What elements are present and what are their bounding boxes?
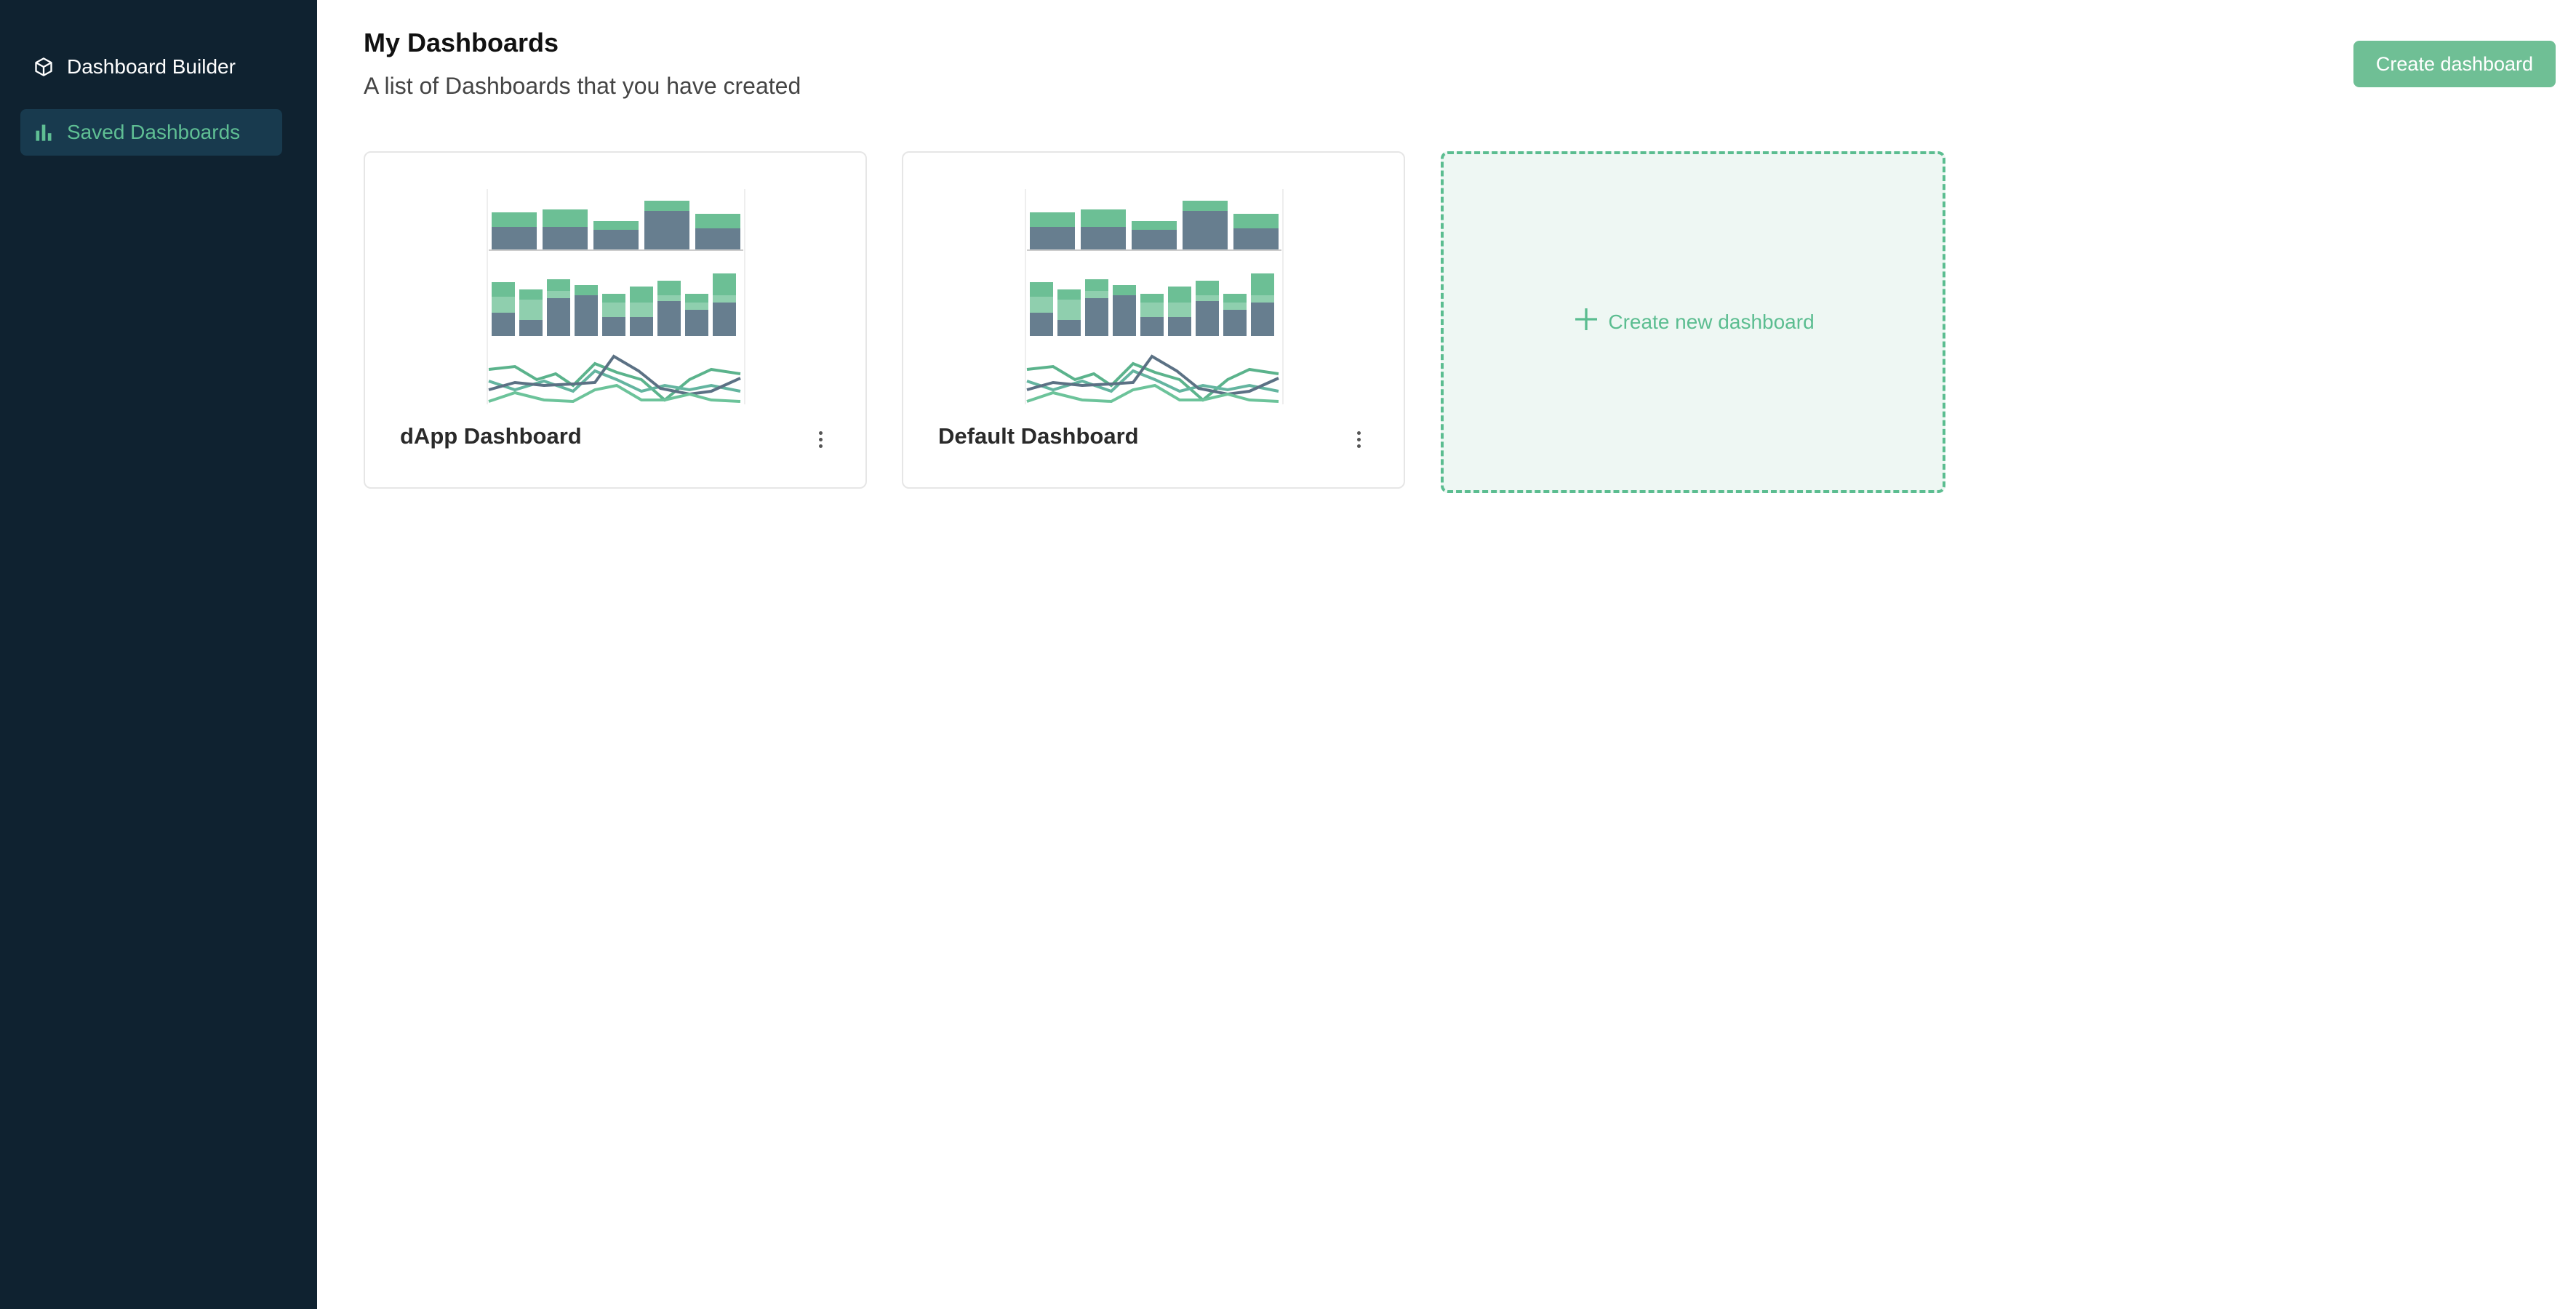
create-dashboard-button[interactable]: Create dashboard [2353,41,2556,87]
dashboard-thumbnail [1024,189,1284,404]
sidebar: Dashboard Builder Saved Dashboards [0,0,317,1309]
main-content: My Dashboards A list of Dashboards that … [317,0,2576,1309]
create-new-dashboard-label: Create new dashboard [1608,311,1815,333]
sidebar-item-saved-dashboards[interactable]: Saved Dashboards [20,109,282,156]
bar-chart-icon [32,121,55,144]
app: Dashboard Builder Saved Dashboards My Da… [0,0,2576,1309]
cube-icon [32,55,55,79]
create-new-dashboard-card[interactable]: Create new dashboard [1441,151,1945,493]
page-title: My Dashboards [364,28,559,57]
dashboard-title: dApp Dashboard [400,423,582,449]
plus-icon [1572,305,1601,340]
more-options-icon[interactable] [812,426,829,452]
dashboard-thumbnail [486,189,746,404]
dashboard-card[interactable]: dApp Dashboard [364,151,867,489]
page-subtitle: A list of Dashboards that you have creat… [364,73,801,99]
dashboard-title: Default Dashboard [938,423,1139,449]
more-options-icon[interactable] [1350,426,1367,452]
sidebar-item-label: Dashboard Builder [67,55,236,78]
sidebar-item-label: Saved Dashboards [67,121,241,143]
sidebar-item-dashboard-builder[interactable]: Dashboard Builder [20,44,282,90]
dashboard-card[interactable]: Default Dashboard [902,151,1405,489]
